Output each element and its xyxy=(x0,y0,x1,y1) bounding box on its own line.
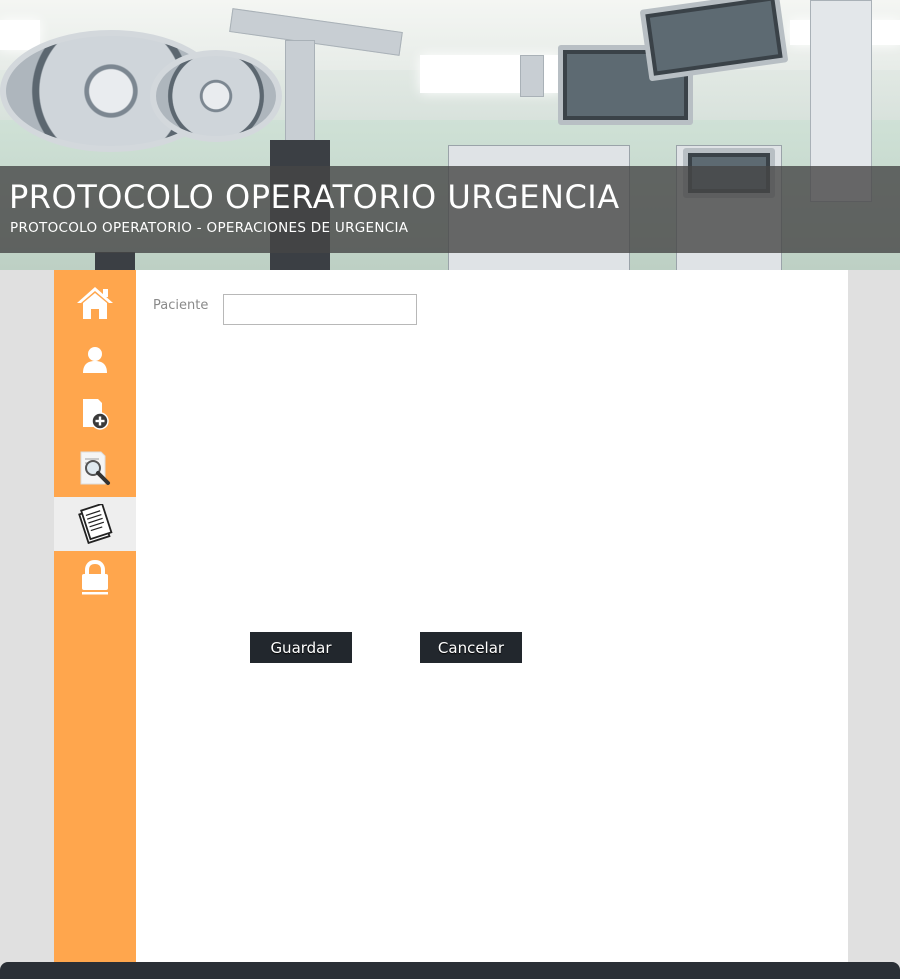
home-icon xyxy=(77,287,113,319)
lamp-arm xyxy=(520,55,544,97)
patient-label: Paciente xyxy=(153,298,209,313)
cancel-button[interactable]: Cancelar xyxy=(420,632,522,663)
page-title: PROTOCOLO OPERATORIO URGENCIA xyxy=(9,178,620,216)
new-document-icon xyxy=(83,399,109,430)
save-button[interactable]: Guardar xyxy=(250,632,352,663)
sidebar-nav xyxy=(54,270,136,962)
search-document-icon xyxy=(80,451,110,485)
user-icon xyxy=(83,347,107,373)
nav-item-home[interactable] xyxy=(54,276,136,330)
main-content: Paciente Guardar Cancelar xyxy=(136,270,848,962)
ceiling-light xyxy=(0,20,40,50)
header-banner: PROTOCOLO OPERATORIO URGENCIA PROTOCOLO … xyxy=(0,0,900,270)
nav-item-search-document[interactable] xyxy=(54,441,136,495)
footer-bar xyxy=(0,962,900,979)
page-subtitle: PROTOCOLO OPERATORIO - OPERACIONES DE UR… xyxy=(10,220,409,236)
surgical-lamp xyxy=(150,50,282,142)
patient-input[interactable] xyxy=(223,294,417,325)
equipment-stack xyxy=(95,252,135,270)
nav-item-new-document[interactable] xyxy=(54,387,136,441)
nav-item-lock[interactable] xyxy=(54,551,136,605)
nav-item-user[interactable] xyxy=(54,333,136,387)
lock-icon xyxy=(82,560,108,595)
nav-item-protocol[interactable] xyxy=(54,497,136,551)
notebook-icon xyxy=(78,504,113,544)
